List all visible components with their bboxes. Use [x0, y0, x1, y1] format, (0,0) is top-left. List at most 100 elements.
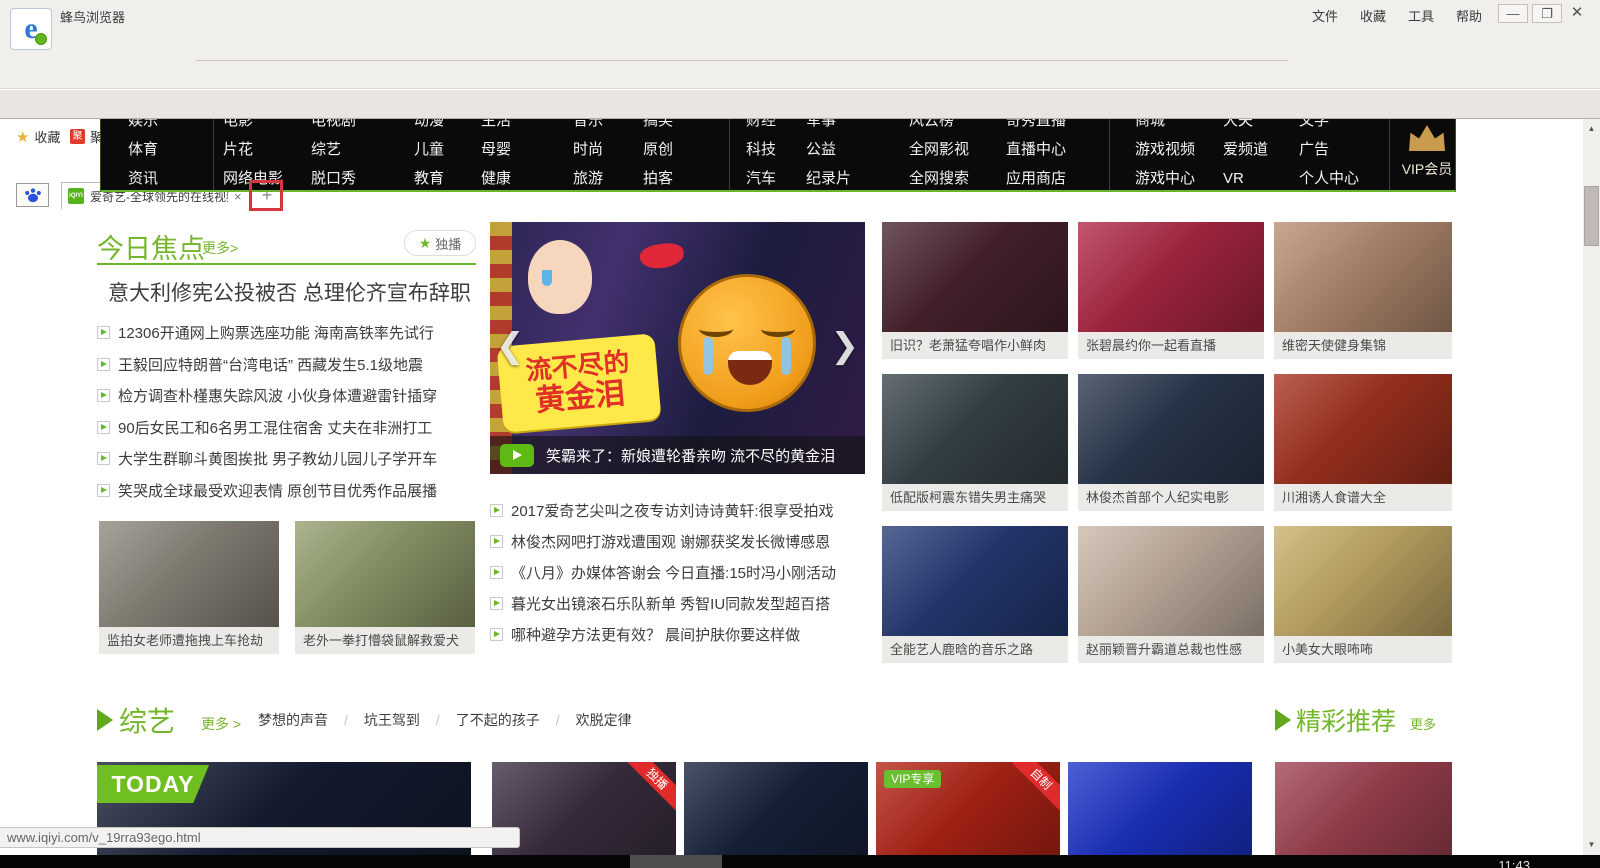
play-icon	[97, 421, 110, 434]
navigation-bar: ← → ↻ ⌂ www.iqiyi.com − ▦ 同 ✉ 救 ☁ ✂ ≡	[0, 28, 1600, 86]
crown-icon	[1409, 125, 1445, 151]
variety-card[interactable]	[684, 762, 868, 868]
grid-card[interactable]: 赵丽颖晋升霸道总裁也性感	[1078, 526, 1264, 663]
play-icon	[490, 504, 503, 517]
video-thumbnail	[882, 222, 1068, 332]
grid-card[interactable]: 维密天使健身集锦	[1274, 222, 1452, 359]
nav-col-4: 动漫 儿童 教育	[414, 119, 445, 187]
window-title: 蜂鸟浏览器	[60, 10, 126, 25]
browser-window: 蜂鸟浏览器 文件 收藏 工具 帮助 — ❐ ✕ e ← → ↻ ⌂ www.iq…	[0, 0, 1600, 868]
carousel-next-icon[interactable]: ❯	[831, 326, 860, 366]
focus-news-item[interactable]: 王毅回应特朗普“台湾电话” 西藏发生5.1级地震	[97, 354, 483, 375]
recommend-more-link[interactable]: 更多	[1410, 714, 1436, 733]
recommend-card[interactable]	[1275, 762, 1452, 868]
focus-more-link[interactable]: 更多>	[202, 238, 238, 258]
carousel-news-item[interactable]: 《八月》办媒体答谢会 今日直播:15时冯小刚活动	[490, 562, 876, 583]
maximize-button[interactable]: ❐	[1532, 4, 1562, 23]
focus-divider	[97, 263, 476, 265]
vip-member-link[interactable]: VIP会员	[1397, 119, 1455, 190]
play-icon	[490, 535, 503, 548]
baby-face-graphic	[528, 240, 592, 314]
scroll-down-icon[interactable]: ▼	[1583, 837, 1600, 853]
variety-tags: 梦想的声音 / 坑王驾到 / 了不起的孩子 / 欢脱定律	[258, 710, 632, 730]
close-button[interactable]: ✕	[1562, 4, 1592, 23]
video-caption: 赵丽颖晋升霸道总裁也性感	[1078, 636, 1264, 663]
menu-favorites[interactable]: 收藏	[1360, 6, 1386, 25]
grid-card[interactable]: 旧识？老萧猛夸唱作小鲜肉	[882, 222, 1068, 359]
play-icon	[97, 389, 110, 402]
variety-more-link[interactable]: 更多 >	[201, 714, 241, 734]
focus-news-item[interactable]: 笑哭成全球最受欢迎表情 原创节目优秀作品展播	[97, 480, 483, 501]
nav-col-1: 娱乐 体育 资讯	[128, 119, 159, 187]
bookmark-favorites[interactable]: ★ 收藏	[16, 127, 60, 146]
menu-tools[interactable]: 工具	[1408, 6, 1434, 25]
taskbar-clock[interactable]: 11:43	[1498, 858, 1530, 868]
variety-title: 综艺	[119, 706, 176, 737]
play-icon	[97, 326, 110, 339]
grid-card[interactable]: 小美女大眼咘咘	[1274, 526, 1452, 663]
video-caption: 林俊杰首部个人纪实电影	[1078, 484, 1264, 511]
minimize-button[interactable]: —	[1498, 4, 1528, 23]
menubar: 文件 收藏 工具 帮助	[1312, 6, 1482, 25]
focus-news-item[interactable]: 大学生群聊斗黄图挨批 男子教幼儿园儿子学开车	[97, 448, 483, 469]
video-thumbnail	[1078, 222, 1264, 332]
browser-logo: e	[10, 8, 52, 50]
variety-tag[interactable]: 梦想的声音	[258, 710, 328, 730]
home-tab-button[interactable]	[16, 183, 49, 207]
site-nav-menu: 娱乐 体育 资讯 电影 片花 网络电影 电视剧 综艺 脱口秀 动漫 儿童 教育 生活 母婴 健康 音…	[100, 119, 1456, 192]
carousel-news-item[interactable]: 2017爱奇艺尖叫之夜专访刘诗诗黄轩:很享受拍戏	[490, 500, 876, 521]
focus-thumb-card[interactable]: 监拍女老师遭拖拽上车抢劫	[99, 521, 279, 654]
video-caption: 全能艺人鹿晗的音乐之路	[882, 636, 1068, 663]
play-icon	[490, 566, 503, 579]
star-icon: ★	[418, 234, 432, 251]
grid-card[interactable]: 林俊杰首部个人纪实电影	[1078, 374, 1264, 511]
grid-card[interactable]: 川湘诱人食谱大全	[1274, 374, 1452, 511]
video-caption: 维密天使健身集锦	[1274, 332, 1452, 359]
taskbar[interactable]: 11:43	[0, 855, 1600, 868]
focus-section-title: 今日焦点	[97, 234, 205, 264]
variety-featured-card[interactable]: TODAY	[97, 762, 471, 868]
nav-col-3: 电视剧 综艺 脱口秀	[311, 119, 357, 187]
section-arrow-icon	[97, 709, 113, 731]
lips-graphic	[638, 241, 686, 271]
taskbar-app-block[interactable]	[630, 855, 722, 868]
featured-carousel[interactable]: 流不尽的 黄金泪 ❮ ❯ 笑霸来了：新娘遭轮番亲吻 流不尽的黄金泪	[490, 222, 865, 474]
grid-card[interactable]: 张碧晨约你一起看直播	[1078, 222, 1264, 359]
nav-col-12: 商城 游戏视频 游戏中心	[1135, 119, 1196, 187]
scrollbar[interactable]: ▲ ▼	[1583, 119, 1600, 855]
nav-col-8: 财经 科技 汽车	[746, 119, 777, 187]
nav-col-9: 军事 公益 纪录片	[806, 119, 852, 187]
scrollbar-thumb[interactable]	[1584, 186, 1599, 246]
play-icon	[97, 452, 110, 465]
variety-tag[interactable]: 坑王驾到	[364, 710, 420, 730]
nav-col-2: 电影 片花 网络电影	[223, 119, 284, 187]
bookmarks-bar: ★ 收藏 聚 聚划算 淘 爱淘宝 JD 京东 ▶ 360影视 ✔ Hao123 …	[0, 61, 1600, 146]
play-button[interactable]	[500, 443, 534, 467]
play-icon	[490, 628, 503, 641]
variety-card[interactable]: 独播	[492, 762, 676, 868]
carousel-prev-icon[interactable]: ❮	[496, 326, 525, 366]
variety-card[interactable]	[1068, 762, 1252, 868]
recommend-section-header: 精彩推荐 更多	[1275, 702, 1436, 738]
focus-news-item[interactable]: 90后女民工和6名男工混住宿舍 丈夫在非洲打工	[97, 417, 483, 438]
video-thumbnail	[882, 526, 1068, 636]
exclusive-badge[interactable]: ★ 独播	[404, 230, 476, 256]
variety-tag[interactable]: 欢脱定律	[576, 710, 632, 730]
menu-file[interactable]: 文件	[1312, 6, 1338, 25]
variety-tag[interactable]: 了不起的孩子	[456, 710, 540, 730]
focus-thumb-card[interactable]: 老外一拳打懵袋鼠解救爱犬	[295, 521, 475, 654]
iqiyi-favicon: iQIYI	[68, 188, 84, 204]
focus-news-item[interactable]: 12306开通网上购票选座功能 海南高铁率先试行	[97, 322, 483, 343]
play-icon	[490, 597, 503, 610]
focus-news-item[interactable]: 检方调查朴槿惠失踪风波 小伙身体遭避雷针插穿	[97, 385, 483, 406]
variety-card[interactable]: VIP专享 自制	[876, 762, 1060, 868]
scroll-up-icon[interactable]: ▲	[1583, 121, 1600, 137]
grid-card[interactable]: 全能艺人鹿晗的音乐之路	[882, 526, 1068, 663]
vip-badge: VIP专享	[884, 770, 942, 788]
grid-card[interactable]: 低配版柯震东错失男主痛哭	[882, 374, 1068, 511]
carousel-news-item[interactable]: 哪种避孕方法更有效？ 晨间护肤你要这样做	[490, 624, 876, 645]
carousel-news-item[interactable]: 林俊杰网吧打游戏遭围观 谢娜获奖发长微博感恩	[490, 531, 876, 552]
carousel-news-item[interactable]: 暮光女出镜滚石乐队新单 秀智IU同款发型超百搭	[490, 593, 876, 614]
focus-headline[interactable]: 意大利修宪公投被否 总理伦齐宣布辞职	[108, 277, 478, 307]
menu-help[interactable]: 帮助	[1456, 6, 1482, 25]
